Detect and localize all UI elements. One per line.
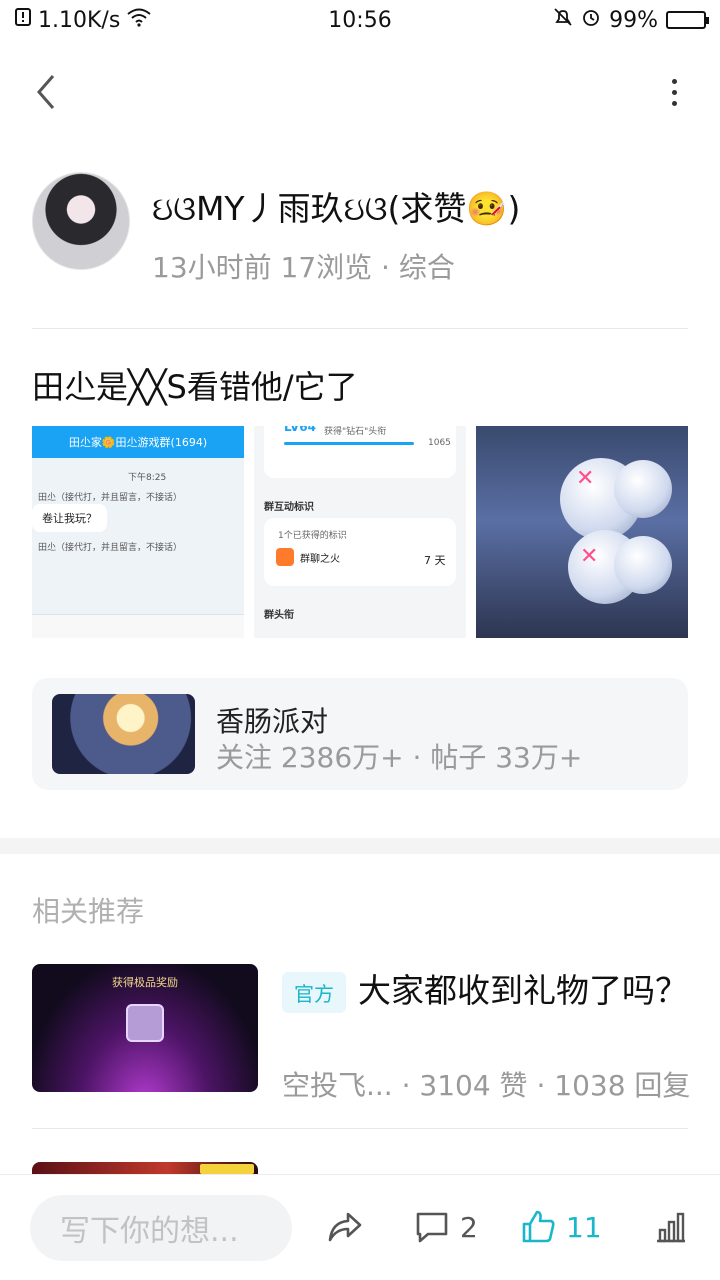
robot-part <box>614 536 672 594</box>
dot-icon <box>671 78 677 84</box>
chat-time: 下午8:25 <box>128 473 167 483</box>
level-progress <box>284 442 414 445</box>
alarm-icon <box>581 7 601 33</box>
share-button[interactable] <box>326 1205 364 1249</box>
forum-thumbnail <box>52 694 195 774</box>
section-divider <box>0 838 720 854</box>
level-label: LV64 <box>284 426 316 434</box>
dot-icon <box>671 100 677 106</box>
comment-count: 2 <box>460 1210 478 1244</box>
reward-box <box>126 1004 164 1042</box>
back-button[interactable] <box>24 70 68 114</box>
related-item[interactable]: 获得极品奖励 大家都收到礼物了吗？ 官方 空投飞... · 3104 赞 · 1… <box>32 964 690 1102</box>
post-meta: 13小时前 17浏览 · 综合 <box>152 251 455 284</box>
forum-card[interactable]: 香肠派对 关注 2386万+ · 帖子 33万+ <box>32 678 688 790</box>
status-bar: 1.10K/s 10:56 99% <box>0 0 720 40</box>
bottom-action-bar: 写下你的想... 2 11 <box>0 1174 720 1280</box>
chat-toolbar <box>32 614 244 638</box>
forum-stats: 关注 2386万+ · 帖子 33万+ <box>216 741 583 774</box>
official-tag: 官方 <box>282 972 346 1013</box>
more-options-button[interactable] <box>664 70 684 114</box>
level-score: 1065 <box>428 438 451 448</box>
chat-line: 田尐（接代打，并且留言，不接话） <box>38 543 183 553</box>
avatar[interactable] <box>32 172 130 270</box>
chat-header: 田尐家🌼田尐游戏群(1694) <box>32 426 244 458</box>
forum-name: 香肠派对 <box>216 705 329 738</box>
divider <box>32 1128 688 1129</box>
bar-chart-icon <box>657 1212 685 1243</box>
related-section-title: 相关推荐 <box>32 895 145 928</box>
divider <box>32 328 688 329</box>
level-note: 获得"钻石"头衔 <box>324 427 387 437</box>
top-nav <box>0 60 720 124</box>
author-header: ઇଓMY丿雨玖ઇଓ(求赞🤒) 13小时前 17浏览 · 综合 <box>32 170 688 284</box>
post-images: 田尐家🌼田尐游戏群(1694) 下午8:25 田尐（接代打，并且留言，不接话） … <box>32 426 688 638</box>
chat-bubble: 卷让我玩？ <box>32 504 107 532</box>
related-thumbnail: 获得极品奖励 <box>32 964 258 1092</box>
like-count: 11 <box>566 1210 602 1244</box>
section-heading: 群头衔 <box>264 610 294 621</box>
badge-name: 群聊之火 <box>300 554 340 565</box>
battery-icon <box>666 11 709 29</box>
comment-icon <box>416 1212 448 1243</box>
chevron-left-icon <box>37 75 55 109</box>
comment-button[interactable]: 2 <box>414 1205 478 1249</box>
related-meta: 空投飞... · 3104 赞 · 1038 回复 <box>282 1069 691 1102</box>
thumbs-up-icon <box>522 1210 555 1243</box>
chat-line: 田尐（接代打，并且留言，不接话） <box>38 493 183 503</box>
x-mark: ✕ <box>576 466 595 491</box>
post-image-2[interactable]: LV64 获得"钻石"头衔 1065 群互动标识 1个已获得的标识 群聊之火 7… <box>254 426 466 638</box>
notification-icon <box>14 7 32 33</box>
stats-button[interactable] <box>654 1205 688 1249</box>
like-button[interactable]: 11 <box>520 1205 602 1249</box>
mute-bell-icon <box>553 7 573 33</box>
thumbnail-badge <box>200 1164 254 1174</box>
level-card: LV64 获得"钻石"头衔 1065 <box>264 426 456 478</box>
robot-part <box>614 460 672 518</box>
post-title: 田尐是╳╳S看错他/它了 <box>32 368 358 406</box>
section-heading: 群互动标识 <box>264 502 314 513</box>
share-icon <box>328 1212 362 1242</box>
dot-icon <box>671 89 677 95</box>
post-image-1[interactable]: 田尐家🌼田尐游戏群(1694) 下午8:25 田尐（接代打，并且留言，不接话） … <box>32 426 244 638</box>
thumbnail-caption: 获得极品奖励 <box>112 976 178 989</box>
badge-days: 7 天 <box>424 554 446 567</box>
fire-icon <box>276 548 294 566</box>
author-name[interactable]: ઇଓMY丿雨玖ઇଓ(求赞🤒) <box>152 182 520 230</box>
wifi-icon <box>126 7 152 33</box>
comment-input[interactable]: 写下你的想... <box>30 1195 292 1261</box>
network-speed: 1.10K/s <box>38 7 121 33</box>
badge-count-note: 1个已获得的标识 <box>278 531 347 541</box>
post-image-3[interactable]: ✕ ✕ <box>476 426 688 638</box>
x-mark: ✕ <box>580 544 599 569</box>
battery-percent: 99% <box>609 7 658 33</box>
